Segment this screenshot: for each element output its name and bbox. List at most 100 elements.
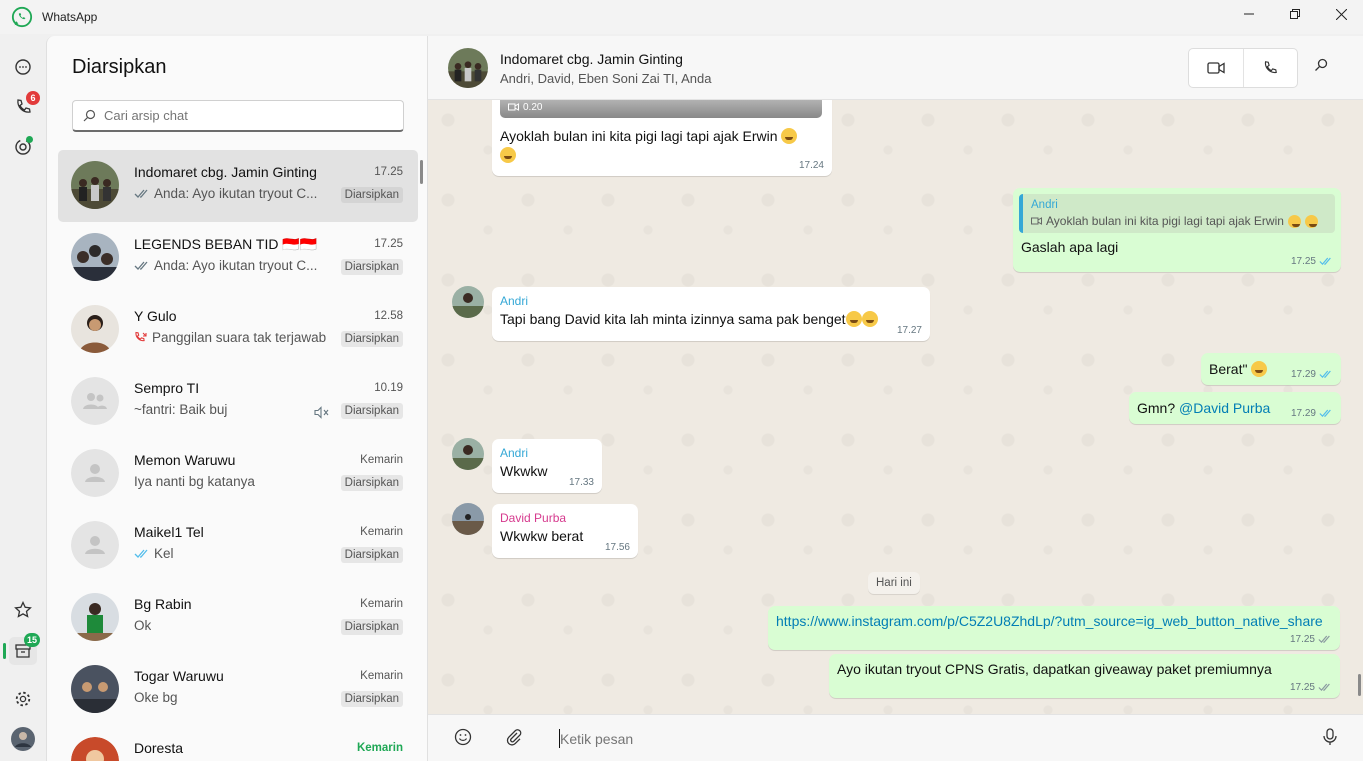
chat-item-bg-rabin[interactable]: Bg Rabin Kemarin Ok Diarsipkan <box>58 582 418 654</box>
archived-tag: Diarsipkan <box>340 187 403 203</box>
mention-link[interactable]: @David Purba <box>1179 400 1270 416</box>
archived-chat-panel: Diarsipkan Indomaret cbg. Jamin Ginting … <box>46 36 428 761</box>
message-meta: 17.25 <box>1290 682 1332 693</box>
chat-preview-text: Panggilan suara tak terjawab <box>152 330 327 345</box>
laughing-emoji-icon <box>781 128 798 144</box>
voice-call-button[interactable] <box>1244 49 1298 87</box>
close-window-button[interactable] <box>1318 0 1363 28</box>
laughing-emoji-icon <box>845 311 862 327</box>
message-input[interactable] <box>560 727 1260 751</box>
sender-name: Andri <box>500 294 529 308</box>
archived-tag: Diarsipkan <box>340 259 403 275</box>
conversation-members: Andri, David, Eben Soni Zai TI, Anda <box>500 71 712 86</box>
message-time: 17.33 <box>568 477 594 488</box>
settings-nav-button[interactable] <box>9 685 37 713</box>
avatar[interactable] <box>452 503 484 535</box>
conversation-title: Indomaret cbg. Jamin Ginting <box>500 51 683 67</box>
quoted-message[interactable]: Andri Ayoklah bulan ini kita pigi lagi t… <box>1019 194 1335 233</box>
video-camera-icon <box>1207 62 1225 74</box>
chat-item-maikel1-tel[interactable]: Maikel1 Tel Kemarin Kel Diarsipkan <box>58 510 418 582</box>
group-avatar[interactable] <box>448 48 488 88</box>
avatar[interactable] <box>452 286 484 318</box>
whatsapp-logo-icon <box>11 6 33 28</box>
message-link[interactable]: https://www.instagram.com/p/C5Z2U8ZhdLp/… <box>776 613 1323 629</box>
archived-tag: Diarsipkan <box>340 475 403 491</box>
messages-scrollbar[interactable] <box>1358 674 1361 696</box>
message-bubble-incoming[interactable]: Andri Wkwkw 17.33 <box>492 439 602 493</box>
archived-tag: Diarsipkan <box>340 619 403 635</box>
chat-preview: ~fantri: Baik buj <box>134 402 227 417</box>
message-bubble-outgoing[interactable]: Berat" 17.29 <box>1201 353 1341 385</box>
message-time: 17.25 <box>1289 682 1315 693</box>
message-bubble-outgoing[interactable]: Gmn? @David Purba 17.29 <box>1129 392 1341 424</box>
message-meta: 17.25 <box>1290 634 1332 645</box>
microphone-icon[interactable] <box>1322 728 1338 746</box>
message-meta: 17.25 <box>1291 256 1333 267</box>
status-nav-button[interactable] <box>9 133 37 161</box>
call-buttons <box>1188 48 1298 88</box>
laughing-emoji-icon <box>1287 214 1301 228</box>
chat-name: LEGENDS BEBAN TID 🇮🇩🇮🇩 <box>134 236 318 252</box>
search-in-chat-icon[interactable] <box>1314 58 1328 72</box>
message-bubble-outgoing[interactable]: Ayo ikutan tryout CPNS Gratis, dapatkan … <box>829 654 1340 698</box>
chats-nav-button[interactable] <box>9 53 37 81</box>
chat-time: 12.58 <box>374 310 403 322</box>
message-bubble-outgoing[interactable]: Andri Ayoklah bulan ini kita pigi lagi t… <box>1013 188 1341 272</box>
chat-preview: Ok <box>134 618 151 633</box>
avatar[interactable] <box>452 438 484 470</box>
chat-name: Indomaret cbg. Jamin Ginting <box>134 164 317 180</box>
message-meta: 17.29 <box>1291 369 1333 380</box>
message-bubble-outgoing[interactable]: https://www.instagram.com/p/C5Z2U8ZhdLp/… <box>768 606 1340 650</box>
message-bubble-incoming[interactable]: David Purba Wkwkw berat 17.56 <box>492 504 638 558</box>
message-bubble-incoming[interactable]: Andri Tapi bang David kita lah minta izi… <box>492 287 930 341</box>
compose-bar <box>428 714 1363 761</box>
starred-nav-button[interactable] <box>9 596 37 624</box>
gear-icon <box>15 691 31 707</box>
conversation-header[interactable]: Indomaret cbg. Jamin Ginting Andri, Davi… <box>428 36 1363 100</box>
archived-tag: Diarsipkan <box>340 331 403 347</box>
video-call-button[interactable] <box>1189 49 1244 87</box>
avatar <box>71 521 119 569</box>
chat-name: Maikel1 Tel <box>134 524 204 540</box>
sender-name: David Purba <box>500 511 567 525</box>
chat-item-doresta[interactable]: Doresta Kemarin <box>58 726 418 761</box>
video-thumbnail[interactable]: 0.20 <box>500 100 822 118</box>
chat-item-memon-waruwu[interactable]: Memon Waruwu Kemarin Iya nanti bg katany… <box>58 438 418 510</box>
chat-preview: Kel <box>134 546 174 561</box>
muted-icon <box>314 406 329 419</box>
restore-button[interactable] <box>1272 0 1318 28</box>
avatar <box>71 593 119 641</box>
chat-item-y-gulo[interactable]: Y Gulo 12.58 Panggilan suara tak terjawa… <box>58 294 418 366</box>
star-icon <box>14 601 32 618</box>
minimize-button[interactable] <box>1226 0 1272 28</box>
message-text: Ayoklah bulan ini kita pigi lagi tapi aj… <box>500 128 778 144</box>
message-text: Ayo ikutan tryout CPNS Gratis, dapatkan … <box>837 661 1272 677</box>
emoji-icon[interactable] <box>454 728 472 746</box>
chat-item-sempro-ti[interactable]: Sempro TI 10.19 ~fantri: Baik buj Diarsi… <box>58 366 418 438</box>
chat-preview: Anda: Ayo ikutan tryout C... <box>134 186 317 201</box>
calls-badge: 6 <box>26 91 40 105</box>
calls-nav-button[interactable]: 6 <box>9 91 40 121</box>
archive-search-input[interactable] <box>104 108 384 123</box>
avatar <box>71 449 119 497</box>
chat-item-indomaret[interactable]: Indomaret cbg. Jamin Ginting 17.25 Anda:… <box>58 150 418 222</box>
profile-nav-button[interactable] <box>9 725 37 753</box>
archived-nav-button[interactable]: 15 <box>9 633 41 665</box>
chat-item-togar-waruwu[interactable]: Togar Waruwu Kemarin Oke bg Diarsipkan <box>58 654 418 726</box>
chat-name: Doresta <box>134 740 184 756</box>
chat-bubble-icon <box>15 59 31 75</box>
message-text: Berat" <box>1209 361 1248 377</box>
active-indicator <box>3 643 6 659</box>
delivered-receipt-icon <box>1318 683 1330 692</box>
attach-paperclip-icon[interactable] <box>505 728 523 746</box>
chat-time: 10.19 <box>374 382 403 394</box>
archived-tag: Diarsipkan <box>340 403 403 419</box>
archive-search-box[interactable] <box>72 100 404 132</box>
message-area[interactable]: 0.20 Ayoklah bulan ini kita pigi lagi ta… <box>428 100 1363 714</box>
message-text: Gmn? <box>1137 400 1176 416</box>
chat-item-legends[interactable]: LEGENDS BEBAN TID 🇮🇩🇮🇩 17.25 Anda: Ayo i… <box>58 222 418 294</box>
read-receipt-icon <box>1319 409 1331 418</box>
sidebar-scrollbar[interactable] <box>420 160 423 184</box>
avatar <box>71 737 119 761</box>
message-bubble-incoming[interactable]: 0.20 Ayoklah bulan ini kita pigi lagi ta… <box>492 100 832 176</box>
